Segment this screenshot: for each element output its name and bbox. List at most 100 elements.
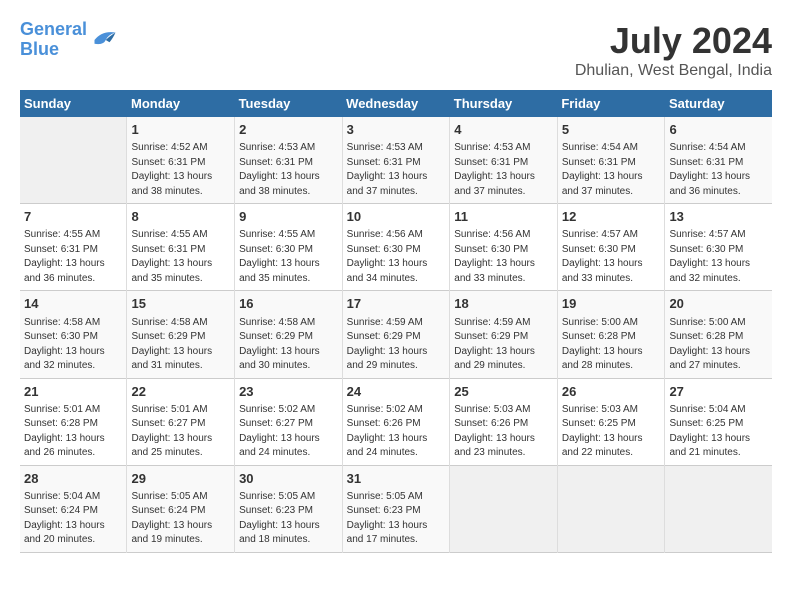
calendar-cell <box>20 117 127 204</box>
cell-info: Sunrise: 5:04 AM Sunset: 6:24 PM Dayligh… <box>24 490 122 548</box>
cell-info: Sunrise: 4:53 AM Sunset: 6:31 PM Dayligh… <box>454 141 553 199</box>
calendar-cell: 24Sunrise: 5:02 AM Sunset: 6:26 PM Dayli… <box>342 378 450 465</box>
cell-info: Sunrise: 5:01 AM Sunset: 6:28 PM Dayligh… <box>24 403 122 461</box>
cell-info: Sunrise: 5:03 AM Sunset: 6:26 PM Dayligh… <box>454 403 553 461</box>
calendar-cell: 29 Sunrise: 5:05 AM Sunset: 6:24 PM Dayli… <box>127 465 235 552</box>
header-saturday: Saturday <box>665 90 772 117</box>
day-number: 21 <box>24 383 122 401</box>
day-number: 8 <box>131 208 230 226</box>
cell-info: Sunrise: 4:52 AM Sunset: 6:31 PM Dayligh… <box>131 141 230 199</box>
day-number: 12 <box>562 208 661 226</box>
calendar-cell: 21 Sunrise: 5:01 AM Sunset: 6:28 PM Dayli… <box>20 378 127 465</box>
calendar-cell <box>450 465 558 552</box>
day-number: 20 <box>669 295 768 313</box>
cell-info: Sunrise: 4:58 AM Sunset: 6:29 PM Dayligh… <box>131 316 230 374</box>
cell-info: Sunrise: 5:05 AM Sunset: 6:23 PM Dayligh… <box>347 490 446 548</box>
calendar-cell: 25 Sunrise: 5:03 AM Sunset: 6:26 PM Dayli… <box>450 378 558 465</box>
calendar-cell: 28Sunrise: 5:04 AM Sunset: 6:24 PM Dayli… <box>20 465 127 552</box>
header-friday: Friday <box>557 90 665 117</box>
subtitle: Dhulian, West Bengal, India <box>575 62 772 80</box>
title-area: July 2024 Dhulian, West Bengal, India <box>575 20 772 80</box>
calendar-cell: 4 Sunrise: 4:53 AM Sunset: 6:31 PM Daylig… <box>450 117 558 204</box>
calendar-cell: 22 Sunrise: 5:01 AM Sunset: 6:27 PM Dayli… <box>127 378 235 465</box>
day-number: 9 <box>239 208 338 226</box>
logo: GeneralBlue <box>20 20 117 60</box>
week-row-1: 1Sunrise: 4:52 AM Sunset: 6:31 PM Daylig… <box>20 117 772 204</box>
day-number: 23 <box>239 383 338 401</box>
calendar-cell <box>557 465 665 552</box>
calendar-cell: 3 Sunrise: 4:53 AM Sunset: 6:31 PM Daylig… <box>342 117 450 204</box>
day-number: 5 <box>562 121 661 139</box>
week-row-3: 14Sunrise: 4:58 AM Sunset: 6:30 PM Dayli… <box>20 291 772 378</box>
day-number: 27 <box>669 383 768 401</box>
header-tuesday: Tuesday <box>235 90 343 117</box>
calendar-cell: 30 Sunrise: 5:05 AM Sunset: 6:23 PM Dayli… <box>235 465 343 552</box>
calendar-cell: 20 Sunrise: 5:00 AM Sunset: 6:28 PM Dayli… <box>665 291 772 378</box>
cell-info: Sunrise: 5:03 AM Sunset: 6:25 PM Dayligh… <box>562 403 661 461</box>
day-number: 26 <box>562 383 661 401</box>
main-title: July 2024 <box>575 20 772 62</box>
calendar-cell: 10 Sunrise: 4:56 AM Sunset: 6:30 PM Dayli… <box>342 204 450 291</box>
calendar-cell: 18 Sunrise: 4:59 AM Sunset: 6:29 PM Dayli… <box>450 291 558 378</box>
cell-info: Sunrise: 4:53 AM Sunset: 6:31 PM Dayligh… <box>347 141 446 199</box>
header-monday: Monday <box>127 90 235 117</box>
cell-info: Sunrise: 4:54 AM Sunset: 6:31 PM Dayligh… <box>562 141 661 199</box>
cell-info: Sunrise: 4:57 AM Sunset: 6:30 PM Dayligh… <box>562 228 661 286</box>
calendar-cell: 5 Sunrise: 4:54 AM Sunset: 6:31 PM Daylig… <box>557 117 665 204</box>
cell-info: Sunrise: 4:55 AM Sunset: 6:31 PM Dayligh… <box>131 228 230 286</box>
day-number: 7 <box>24 208 122 226</box>
calendar-cell: 19 Sunrise: 5:00 AM Sunset: 6:28 PM Dayli… <box>557 291 665 378</box>
cell-info: Sunrise: 4:57 AM Sunset: 6:30 PM Dayligh… <box>669 228 768 286</box>
cell-info: Sunrise: 5:00 AM Sunset: 6:28 PM Dayligh… <box>562 316 661 374</box>
cell-info: Sunrise: 4:54 AM Sunset: 6:31 PM Dayligh… <box>669 141 768 199</box>
week-row-2: 7 Sunrise: 4:55 AM Sunset: 6:31 PM Daylig… <box>20 204 772 291</box>
calendar-cell: 6 Sunrise: 4:54 AM Sunset: 6:31 PM Daylig… <box>665 117 772 204</box>
day-number: 16 <box>239 295 338 313</box>
calendar-cell: 8 Sunrise: 4:55 AM Sunset: 6:31 PM Daylig… <box>127 204 235 291</box>
calendar-cell: 16Sunrise: 4:58 AM Sunset: 6:29 PM Dayli… <box>235 291 343 378</box>
cell-info: Sunrise: 5:00 AM Sunset: 6:28 PM Dayligh… <box>669 316 768 374</box>
day-number: 13 <box>669 208 768 226</box>
day-number: 19 <box>562 295 661 313</box>
header-wednesday: Wednesday <box>342 90 450 117</box>
header-thursday: Thursday <box>450 90 558 117</box>
day-number: 29 <box>131 470 230 488</box>
day-number: 10 <box>347 208 446 226</box>
calendar-cell: 9Sunrise: 4:55 AM Sunset: 6:30 PM Daylig… <box>235 204 343 291</box>
day-number: 22 <box>131 383 230 401</box>
day-number: 3 <box>347 121 446 139</box>
cell-info: Sunrise: 5:05 AM Sunset: 6:23 PM Dayligh… <box>239 490 338 548</box>
cell-info: Sunrise: 5:01 AM Sunset: 6:27 PM Dayligh… <box>131 403 230 461</box>
header-sunday: Sunday <box>20 90 127 117</box>
day-number: 30 <box>239 470 338 488</box>
cell-info: Sunrise: 5:02 AM Sunset: 6:26 PM Dayligh… <box>347 403 446 461</box>
calendar-cell: 7 Sunrise: 4:55 AM Sunset: 6:31 PM Daylig… <box>20 204 127 291</box>
cell-info: Sunrise: 4:58 AM Sunset: 6:30 PM Dayligh… <box>24 316 122 374</box>
calendar-cell: 1Sunrise: 4:52 AM Sunset: 6:31 PM Daylig… <box>127 117 235 204</box>
cell-info: Sunrise: 4:55 AM Sunset: 6:31 PM Dayligh… <box>24 228 122 286</box>
calendar-cell: 26 Sunrise: 5:03 AM Sunset: 6:25 PM Dayli… <box>557 378 665 465</box>
day-number: 17 <box>347 295 446 313</box>
cell-info: Sunrise: 4:53 AM Sunset: 6:31 PM Dayligh… <box>239 141 338 199</box>
calendar-cell: 12 Sunrise: 4:57 AM Sunset: 6:30 PM Dayli… <box>557 204 665 291</box>
calendar-cell: 2 Sunrise: 4:53 AM Sunset: 6:31 PM Daylig… <box>235 117 343 204</box>
day-number: 4 <box>454 121 553 139</box>
calendar-table: SundayMondayTuesdayWednesdayThursdayFrid… <box>20 90 772 553</box>
calendar-cell: 23 Sunrise: 5:02 AM Sunset: 6:27 PM Dayli… <box>235 378 343 465</box>
day-number: 2 <box>239 121 338 139</box>
cell-info: Sunrise: 4:56 AM Sunset: 6:30 PM Dayligh… <box>347 228 446 286</box>
logo-text: GeneralBlue <box>20 20 87 60</box>
calendar-cell: 17 Sunrise: 4:59 AM Sunset: 6:29 PM Dayli… <box>342 291 450 378</box>
cell-info: Sunrise: 4:59 AM Sunset: 6:29 PM Dayligh… <box>347 316 446 374</box>
cell-info: Sunrise: 4:56 AM Sunset: 6:30 PM Dayligh… <box>454 228 553 286</box>
cell-info: Sunrise: 5:02 AM Sunset: 6:27 PM Dayligh… <box>239 403 338 461</box>
day-number: 25 <box>454 383 553 401</box>
cell-info: Sunrise: 4:59 AM Sunset: 6:29 PM Dayligh… <box>454 316 553 374</box>
cell-info: Sunrise: 5:05 AM Sunset: 6:24 PM Dayligh… <box>131 490 230 548</box>
calendar-header-row: SundayMondayTuesdayWednesdayThursdayFrid… <box>20 90 772 117</box>
day-number: 18 <box>454 295 553 313</box>
day-number: 6 <box>669 121 768 139</box>
week-row-4: 21 Sunrise: 5:01 AM Sunset: 6:28 PM Dayli… <box>20 378 772 465</box>
calendar-cell: 15Sunrise: 4:58 AM Sunset: 6:29 PM Dayli… <box>127 291 235 378</box>
calendar-cell: 31Sunrise: 5:05 AM Sunset: 6:23 PM Dayli… <box>342 465 450 552</box>
